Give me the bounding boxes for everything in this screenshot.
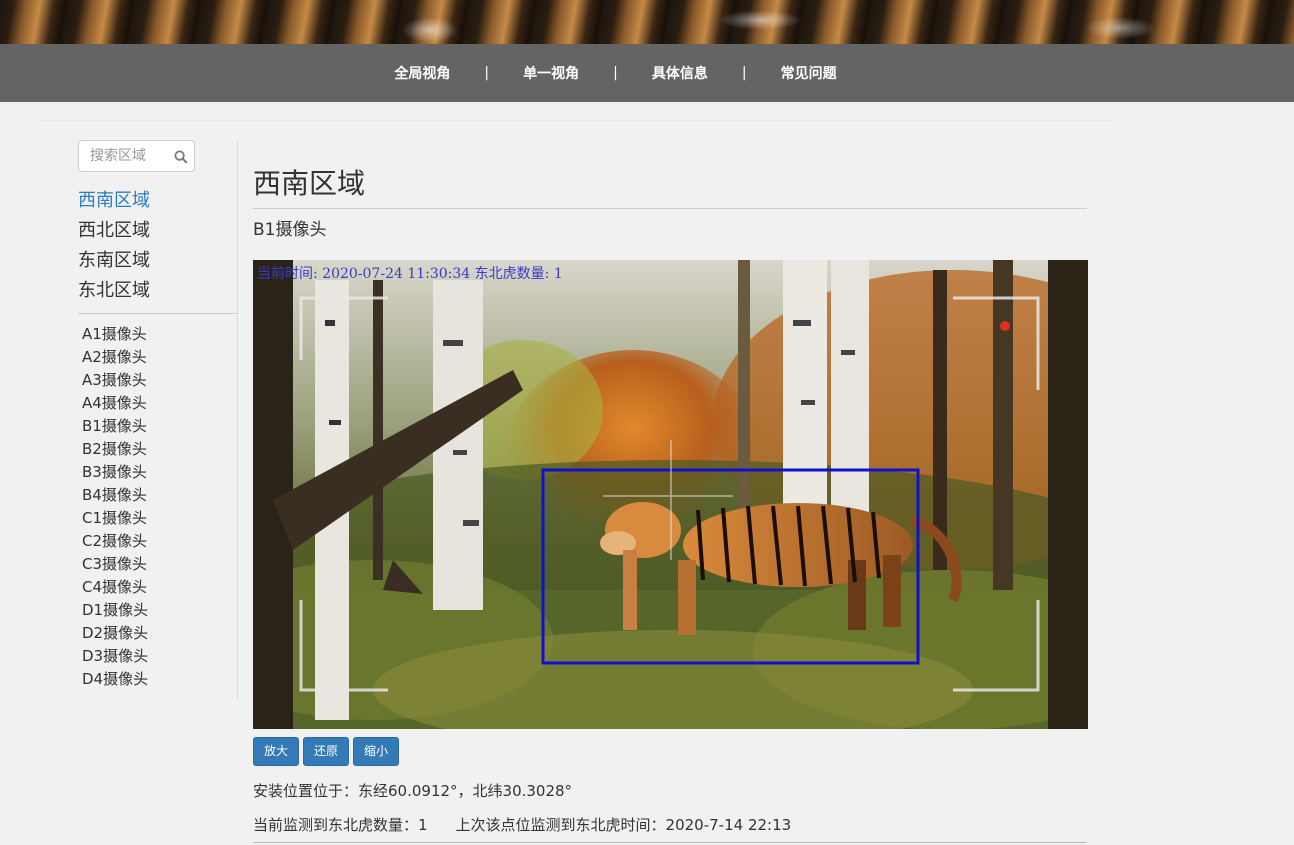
camera-item-c1[interactable]: C1摄像头 bbox=[82, 507, 148, 530]
recording-indicator bbox=[1000, 321, 1010, 331]
nav-faq[interactable]: 常见问题 bbox=[747, 63, 871, 83]
camera-item-c4[interactable]: C4摄像头 bbox=[82, 576, 148, 599]
region-item-southwest[interactable]: 西南区域 bbox=[78, 186, 237, 216]
current-tiger-count: 当前监测到东北虎数量：1 bbox=[253, 816, 428, 834]
camera-item-d2[interactable]: D2摄像头 bbox=[82, 622, 148, 645]
sidebar: 西南区域 西北区域 东南区域 东北区域 A1摄像头 A2摄像头 A3摄像头 A4… bbox=[78, 140, 238, 700]
camera-item-b4[interactable]: B4摄像头 bbox=[82, 484, 148, 507]
region-list: 西南区域 西北区域 东南区域 东北区域 bbox=[78, 186, 237, 306]
reset-button[interactable]: 还原 bbox=[303, 737, 350, 766]
page-title: 西南区域 bbox=[253, 167, 366, 200]
camera-item-b1[interactable]: B1摄像头 bbox=[82, 415, 148, 438]
region-item-northwest[interactable]: 西北区域 bbox=[78, 216, 237, 246]
camera-item-b3[interactable]: B3摄像头 bbox=[82, 461, 148, 484]
camera-feed[interactable]: 当前时间: 2020-07-24 11:30:34 东北虎数量: 1 bbox=[253, 260, 1088, 729]
camera-item-a3[interactable]: A3摄像头 bbox=[82, 369, 148, 392]
location-info: 安装位置位于：东经60.0912°，北纬30.3028° bbox=[253, 782, 573, 800]
region-item-northeast[interactable]: 东北区域 bbox=[78, 276, 237, 306]
camera-item-a1[interactable]: A1摄像头 bbox=[82, 323, 148, 346]
video-timestamp-overlay: 当前时间: 2020-07-24 11:30:34 东北虎数量: 1 bbox=[257, 266, 563, 282]
camera-item-c3[interactable]: C3摄像头 bbox=[82, 553, 148, 576]
camera-item-c2[interactable]: C2摄像头 bbox=[82, 530, 148, 553]
camera-item-d1[interactable]: D1摄像头 bbox=[82, 599, 148, 622]
camera-title: B1摄像头 bbox=[253, 220, 327, 240]
zoom-out-button[interactable]: 缩小 bbox=[353, 737, 400, 766]
camera-list: A1摄像头 A2摄像头 A3摄像头 A4摄像头 B1摄像头 B2摄像头 B3摄像… bbox=[82, 323, 148, 691]
detection-info: 当前监测到东北虎数量：1 上次该点位监测到东北虎时间：2020-7-14 22:1… bbox=[253, 814, 791, 835]
region-item-southeast[interactable]: 东南区域 bbox=[78, 246, 237, 276]
main-nav: 全局视角 | 单一视角 | 具体信息 | 常见问题 bbox=[0, 44, 1294, 102]
title-divider bbox=[253, 208, 1087, 209]
main-content: 西南区域 B1摄像头 当前时间: 2020-07-24 11:30:34 东北虎… bbox=[253, 160, 1088, 843]
camera-item-d3[interactable]: D3摄像头 bbox=[82, 645, 148, 668]
zoom-in-button[interactable]: 放大 bbox=[253, 737, 300, 766]
bottom-divider bbox=[253, 842, 1087, 843]
sidebar-divider bbox=[78, 313, 238, 314]
nav-single-view[interactable]: 单一视角 bbox=[489, 63, 613, 83]
nav-details[interactable]: 具体信息 bbox=[618, 63, 742, 83]
camera-item-d4[interactable]: D4摄像头 bbox=[82, 668, 148, 691]
camera-item-a4[interactable]: A4摄像头 bbox=[82, 392, 148, 415]
camera-item-b2[interactable]: B2摄像头 bbox=[82, 438, 148, 461]
zoom-controls: 放大 还原 缩小 bbox=[253, 737, 400, 766]
nav-global-view[interactable]: 全局视角 bbox=[360, 63, 484, 83]
search-icon[interactable] bbox=[174, 150, 188, 164]
header-banner bbox=[0, 0, 1294, 44]
search-box bbox=[78, 140, 195, 172]
divider bbox=[40, 120, 1112, 121]
forest-scene-image bbox=[253, 260, 1088, 729]
last-detection-time: 上次该点位监测到东北虎时间：2020-7-14 22:13 bbox=[455, 816, 792, 834]
camera-item-a2[interactable]: A2摄像头 bbox=[82, 346, 148, 369]
